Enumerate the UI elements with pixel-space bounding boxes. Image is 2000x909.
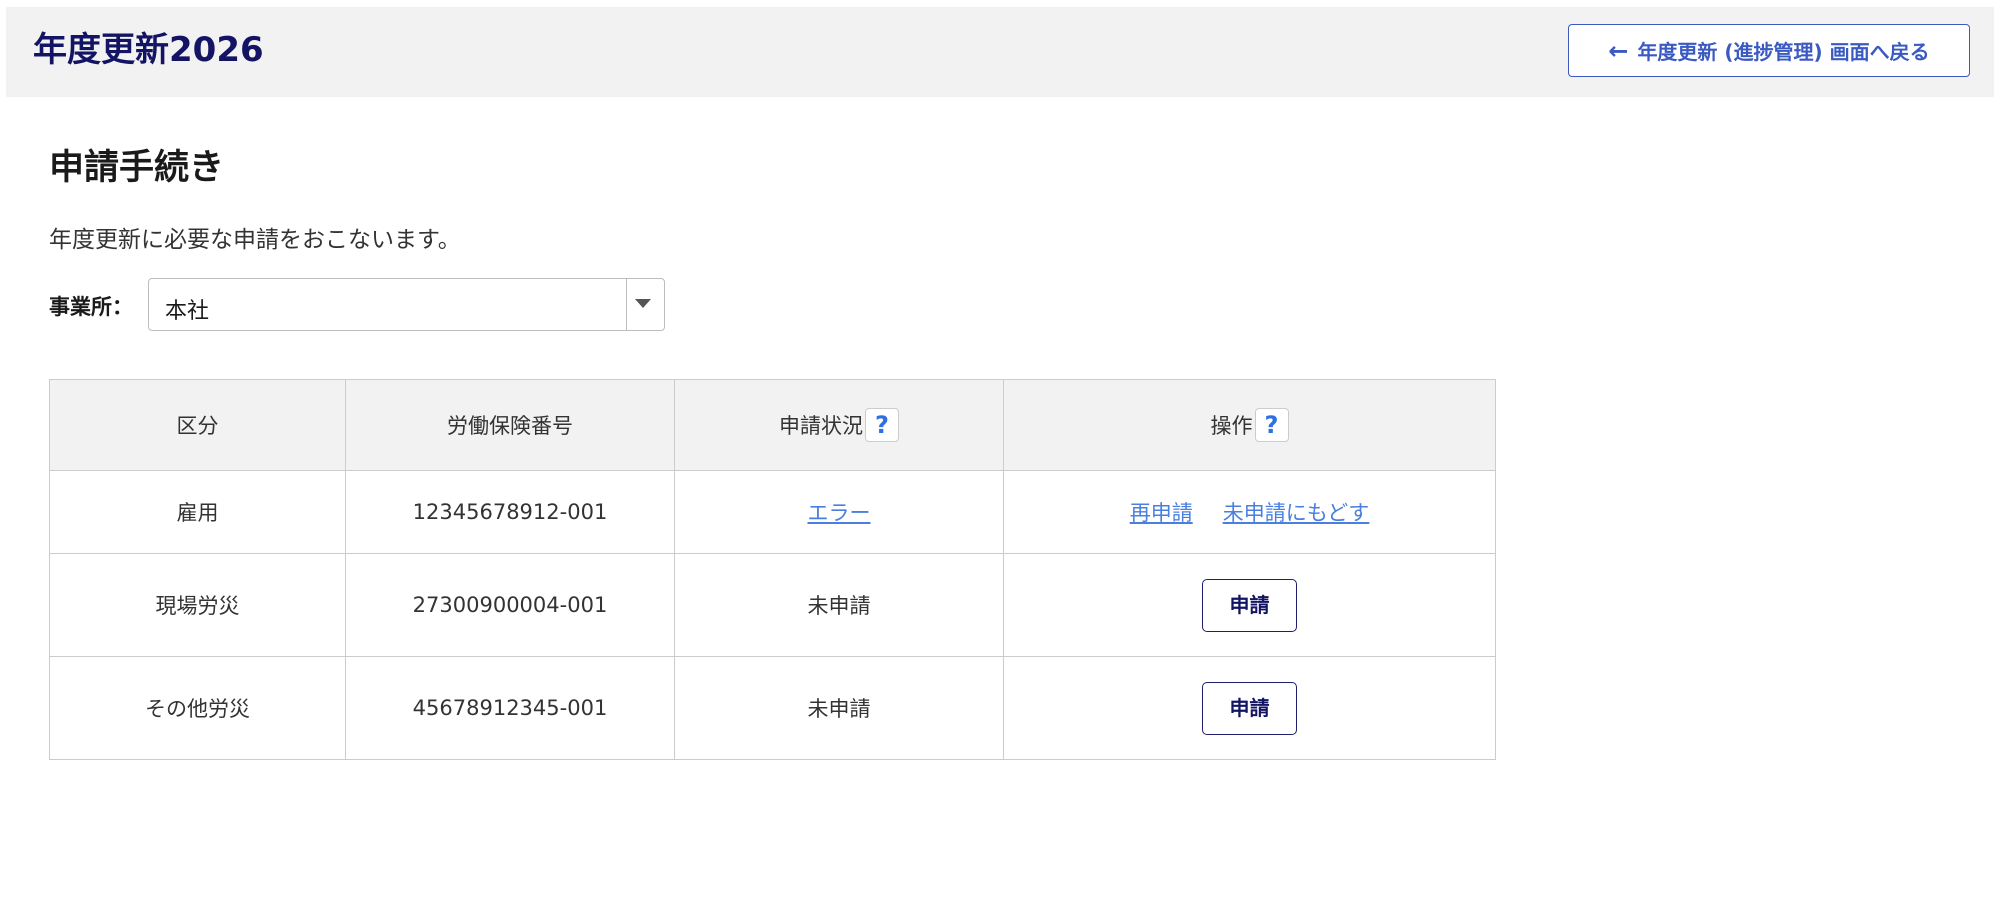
office-select[interactable]: 本社: [148, 278, 665, 331]
table-row: 現場労災 27300900004-001 未申請 申請: [49, 553, 1496, 657]
status-cell: 未申請: [674, 656, 1004, 760]
category-cell: 雇用: [49, 470, 346, 554]
category-cell: その他労災: [49, 656, 346, 760]
apply-button[interactable]: 申請: [1202, 681, 1297, 735]
reapply-link[interactable]: 再申請: [1130, 501, 1193, 525]
revert-to-unapplied-link[interactable]: 未申請にもどす: [1223, 501, 1370, 525]
table-row: 雇用 12345678912-001 エラー 再申請 未申請にもどす: [49, 470, 1496, 554]
page-description: 年度更新に必要な申請をおこないます。: [49, 227, 461, 253]
actions-cell: 申請: [1003, 656, 1496, 760]
insurance-number-cell: 12345678912-001: [345, 470, 675, 554]
actions-cell: 申請: [1003, 553, 1496, 657]
actions-cell: 再申請 未申請にもどす: [1003, 470, 1496, 554]
column-header-insurance-number: 労働保険番号: [345, 379, 675, 471]
error-status-link[interactable]: エラー: [808, 501, 871, 525]
select-divider: [626, 279, 627, 330]
app-title: 年度更新2026: [33, 30, 264, 70]
table-header-row: 区分 労働保険番号 申請状況? 操作?: [49, 379, 1496, 471]
category-cell: 現場労災: [49, 553, 346, 657]
status-help-icon[interactable]: ?: [865, 408, 899, 442]
status-cell: エラー: [674, 470, 1004, 554]
status-cell: 未申請: [674, 553, 1004, 657]
column-header-category: 区分: [49, 379, 346, 471]
insurance-number-cell: 27300900004-001: [345, 553, 675, 657]
actions-header-label: 操作: [1210, 414, 1253, 438]
table-row: その他労災 45678912345-001 未申請 申請: [49, 656, 1496, 760]
column-header-actions: 操作?: [1003, 379, 1496, 471]
insurance-number-cell: 45678912345-001: [345, 656, 675, 760]
status-header-label: 申請状況: [779, 414, 863, 438]
page-title: 申請手続き: [49, 148, 225, 188]
app-header: 年度更新2026 ← 年度更新 (進捗管理) 画面へ戻る: [6, 7, 1994, 97]
column-header-status: 申請状況?: [674, 379, 1004, 471]
chevron-down-icon: [635, 299, 651, 308]
back-to-progress-button[interactable]: ← 年度更新 (進捗管理) 画面へ戻る: [1568, 24, 1970, 77]
arrow-left-icon: ←: [1608, 36, 1629, 65]
office-label: 事業所：: [49, 295, 133, 319]
back-button-label: 年度更新 (進捗管理) 画面へ戻る: [1637, 40, 1930, 64]
apply-button[interactable]: 申請: [1202, 578, 1297, 632]
actions-help-icon[interactable]: ?: [1254, 408, 1289, 442]
application-table: 区分 労働保険番号 申請状況? 操作? 雇用 12345678912-001 エ…: [49, 379, 1496, 760]
office-select-value: 本社: [165, 299, 210, 324]
